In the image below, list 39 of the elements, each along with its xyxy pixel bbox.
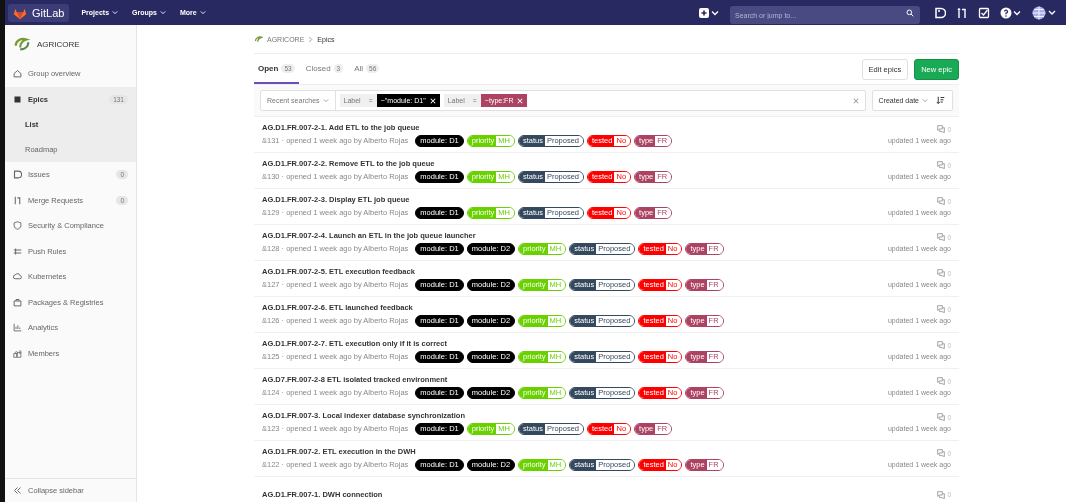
comments-icon	[937, 125, 946, 133]
package-icon	[13, 297, 22, 307]
chart-icon	[13, 323, 22, 333]
issues-icon	[13, 170, 22, 180]
leaf-logo-icon	[254, 34, 263, 44]
comments-icon	[937, 413, 946, 421]
comments-icon	[937, 341, 946, 349]
home-icon	[13, 69, 22, 79]
comments-icon	[937, 233, 946, 241]
avatar-dropdown-icon[interactable]	[1032, 5, 1058, 20]
double-chevron-icon	[13, 486, 22, 495]
comments-icon	[937, 305, 946, 313]
chevron-down-icon	[199, 10, 206, 15]
help-dropdown-icon[interactable]	[1000, 6, 1022, 19]
chevron-down-icon	[159, 10, 166, 15]
sort-direction-icon[interactable]	[936, 96, 945, 105]
remove-icon[interactable]	[429, 97, 436, 104]
todo-icon[interactable]	[978, 6, 990, 19]
comments-icon	[937, 490, 946, 499]
chevron-down-icon	[112, 10, 119, 15]
group-name: AGRICORE	[37, 39, 80, 49]
cloud-icon	[13, 272, 22, 282]
issues-icon[interactable]	[934, 6, 946, 19]
comments-icon	[937, 377, 946, 385]
search-icon	[906, 8, 914, 17]
plus-square-dropdown-icon[interactable]	[698, 6, 720, 19]
leaf-logo-icon	[13, 35, 31, 53]
chevron-right-icon	[308, 35, 314, 43]
merge-icon	[13, 195, 22, 205]
comments-icon	[937, 161, 946, 169]
chevron-down-icon	[922, 98, 928, 103]
merge-request-icon[interactable]	[956, 6, 968, 19]
comments-icon	[937, 197, 946, 205]
shield-icon	[13, 221, 22, 231]
comments-icon	[937, 449, 946, 457]
members-icon	[13, 348, 22, 358]
chevron-down-icon	[322, 98, 329, 103]
gitlab-home-link[interactable]: GitLab	[8, 3, 70, 22]
comments-icon	[937, 269, 946, 277]
